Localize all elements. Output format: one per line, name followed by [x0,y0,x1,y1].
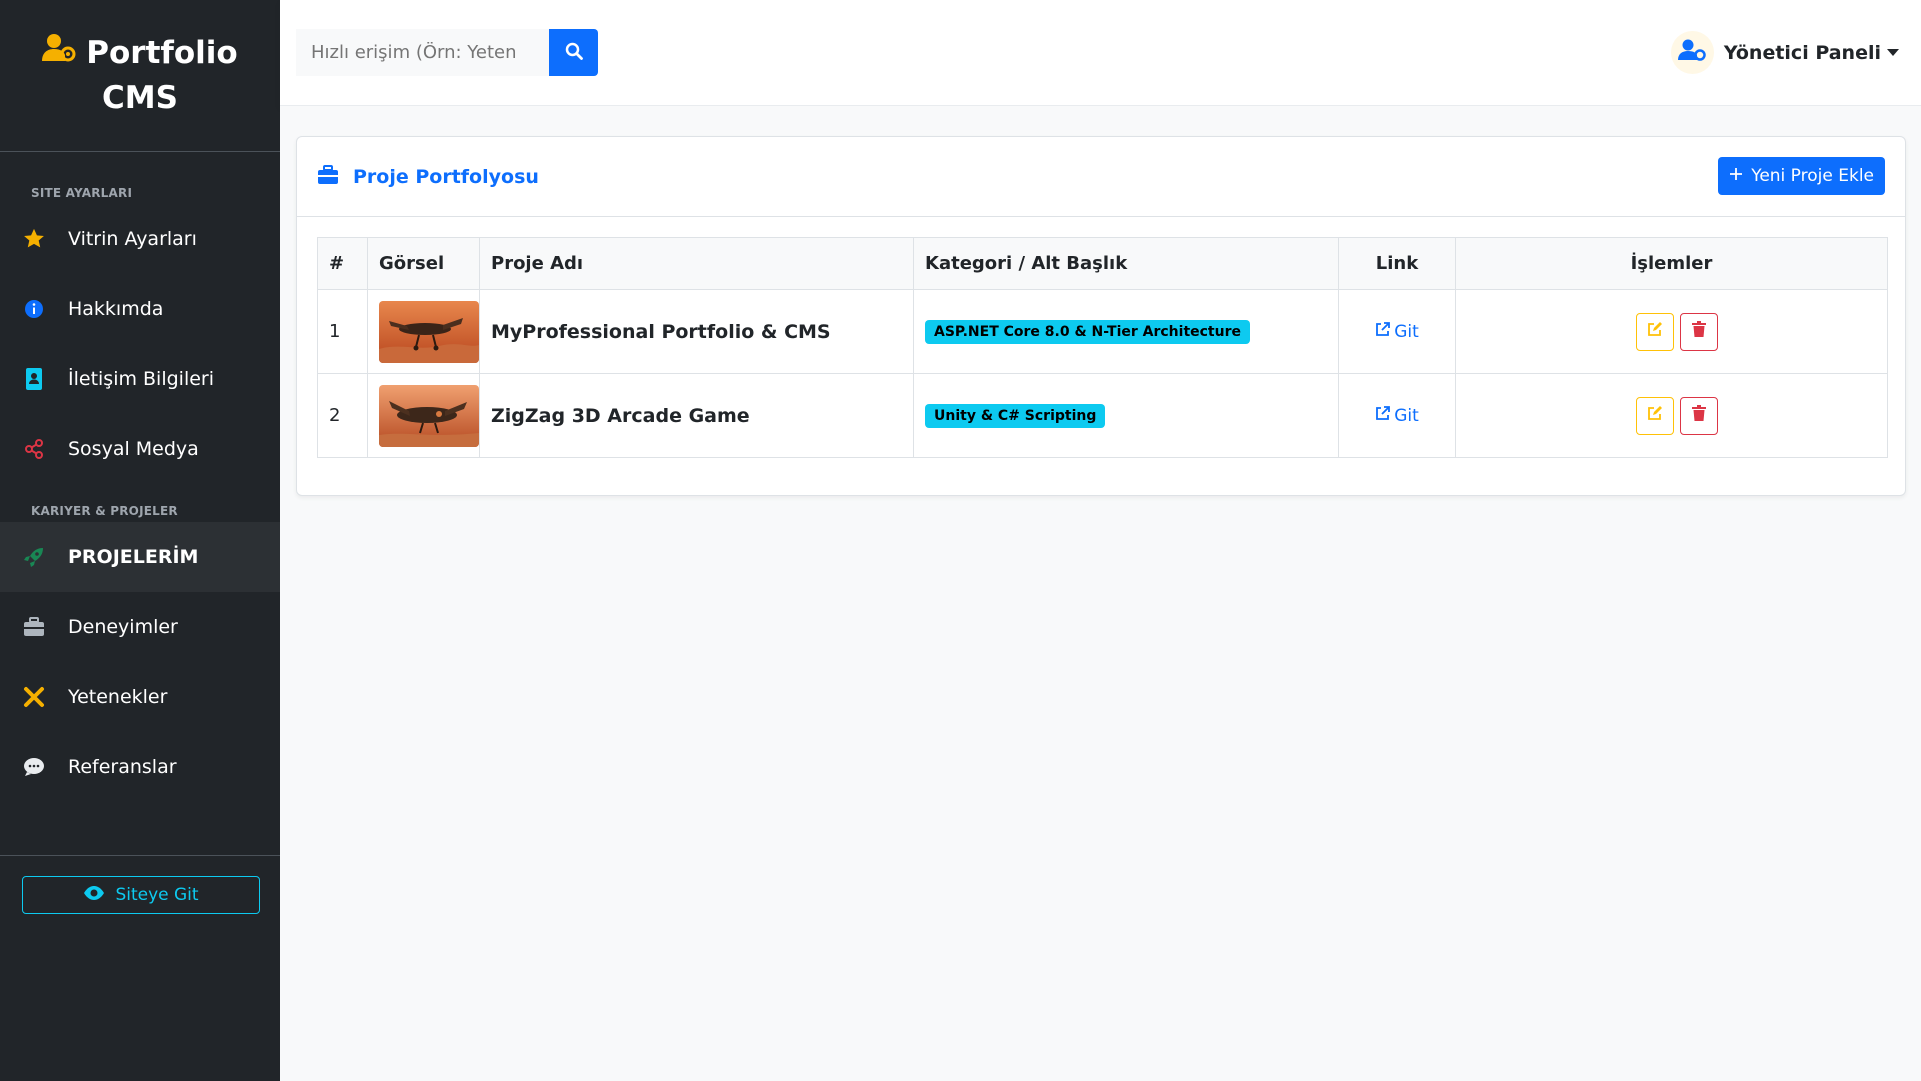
sidebar-item-deneyimler[interactable]: Deneyimler [0,592,280,662]
topbar: Yönetici Paneli [280,0,1921,106]
sidebar-item-projelerim[interactable]: PROJELERİM [0,522,280,592]
sidebar-item-referanslar[interactable]: Referanslar [0,732,280,802]
delete-button[interactable] [1680,396,1718,435]
sidebar: Portfolio CMS SITE AYARLARI Vitrin Ayarl… [0,0,280,1081]
sidebar-item-label: Vitrin Ayarları [68,228,197,250]
row-number: 2 [317,373,368,458]
project-thumbnail [379,384,479,447]
edit-icon [1647,321,1663,342]
sidebar-item-iletisim-bilgileri[interactable]: İletişim Bilgileri [0,344,280,414]
row-link-cell: Git [1338,373,1456,458]
git-link[interactable]: Git [1375,406,1419,426]
sidebar-item-label: İletişim Bilgileri [68,368,215,390]
section-title-kariyer-projeler: KARIYER & PROJELER [31,504,178,518]
section-title-site-ayarlari: SITE AYARLARI [31,186,133,200]
share-icon [22,437,46,461]
user-cog-icon [1678,39,1707,66]
sidebar-item-label: Sosyal Medya [68,438,199,460]
table-row: 1 MyProfessional Portfolio & CMS ASP.NET… [317,289,1888,374]
row-actions-cell [1455,373,1888,458]
row-category-cell: ASP.NET Core 8.0 & N-Tier Architecture [913,289,1339,374]
col-header-actions: İşlemler [1455,237,1888,290]
sidebar-item-label: PROJELERİM [68,546,199,568]
col-header-name: Proje Adı [479,237,914,290]
edit-button[interactable] [1636,312,1674,351]
user-gear-icon [42,31,76,76]
address-book-icon [22,367,46,391]
edit-icon [1647,405,1663,426]
siteye-git-button[interactable]: Siteye Git [22,876,260,914]
plus-icon [1729,166,1743,186]
row-project-name: MyProfessional Portfolio & CMS [479,289,914,374]
sidebar-item-sosyal-medya[interactable]: Sosyal Medya [0,414,280,484]
comment-icon [22,755,46,779]
col-header-category: Kategori / Alt Başlık [913,237,1339,290]
category-badge: Unity & C# Scripting [925,403,1106,428]
table-header-row: # Görsel Proje Adı Kategori / Alt Başlık… [317,237,1888,290]
projects-card: Proje Portfolyosu Yeni Proje Ekle # Görs… [296,136,1906,496]
eye-icon [83,885,105,906]
row-category-cell: Unity & C# Scripting [913,373,1339,458]
search-bar [296,29,598,76]
table-row: 2 ZigZag 3D Arcade Game Unity & C# Scrip… [317,373,1888,458]
external-link-icon [1375,322,1391,342]
edit-button[interactable] [1636,396,1674,435]
card-header: Proje Portfolyosu Yeni Proje Ekle [297,137,1905,217]
avatar [1670,31,1714,74]
main-content: Proje Portfolyosu Yeni Proje Ekle # Görs… [280,106,1921,1081]
col-header-link: Link [1338,237,1456,290]
star-icon [22,227,46,251]
sidebar-item-hakkimda[interactable]: Hakkımda [0,274,280,344]
git-link-label: Git [1394,322,1419,342]
info-icon [22,297,46,321]
category-badge: ASP.NET Core 8.0 & N-Tier Architecture [925,319,1250,344]
card-title: Proje Portfolyosu [353,165,539,188]
search-input[interactable] [296,29,549,76]
brand-line2: CMS [102,79,178,116]
search-icon [565,42,583,64]
sidebar-item-label: Referanslar [68,756,177,778]
row-number: 1 [317,289,368,374]
delete-button[interactable] [1680,312,1718,351]
projects-table: # Görsel Proje Adı Kategori / Alt Başlık… [317,237,1888,458]
sidebar-item-vitrin-ayarlari[interactable]: Vitrin Ayarları [0,204,280,274]
col-header-image: Görsel [367,237,480,290]
search-button[interactable] [549,29,598,76]
row-actions-cell [1455,289,1888,374]
row-project-name: ZigZag 3D Arcade Game [479,373,914,458]
user-label: Yönetici Paneli [1723,41,1881,64]
caret-down-icon [1887,49,1899,56]
sidebar-item-yetenekler[interactable]: Yetenekler [0,662,280,732]
trash-icon [1692,405,1706,426]
sidebar-item-label: Yetenekler [68,686,168,708]
briefcase-icon [317,164,339,189]
row-image-cell [367,373,480,458]
tools-icon [22,685,46,709]
brand-line1: Portfolio [86,34,238,71]
git-link-label: Git [1394,406,1419,426]
add-project-button[interactable]: Yeni Proje Ekle [1718,157,1885,195]
git-link[interactable]: Git [1375,322,1419,342]
external-link-icon [1375,406,1391,426]
row-image-cell [367,289,480,374]
project-thumbnail [379,300,479,363]
briefcase-icon [22,615,46,639]
col-header-number: # [317,237,368,290]
add-project-label: Yeni Proje Ekle [1751,166,1874,186]
sidebar-divider [0,855,280,856]
trash-icon [1692,321,1706,342]
brand[interactable]: Portfolio CMS [0,0,280,152]
user-menu[interactable]: Yönetici Paneli [1670,31,1899,74]
siteye-git-label: Siteye Git [115,885,199,905]
sidebar-item-label: Deneyimler [68,616,178,638]
row-link-cell: Git [1338,289,1456,374]
rocket-icon [22,545,46,569]
sidebar-item-label: Hakkımda [68,298,164,320]
